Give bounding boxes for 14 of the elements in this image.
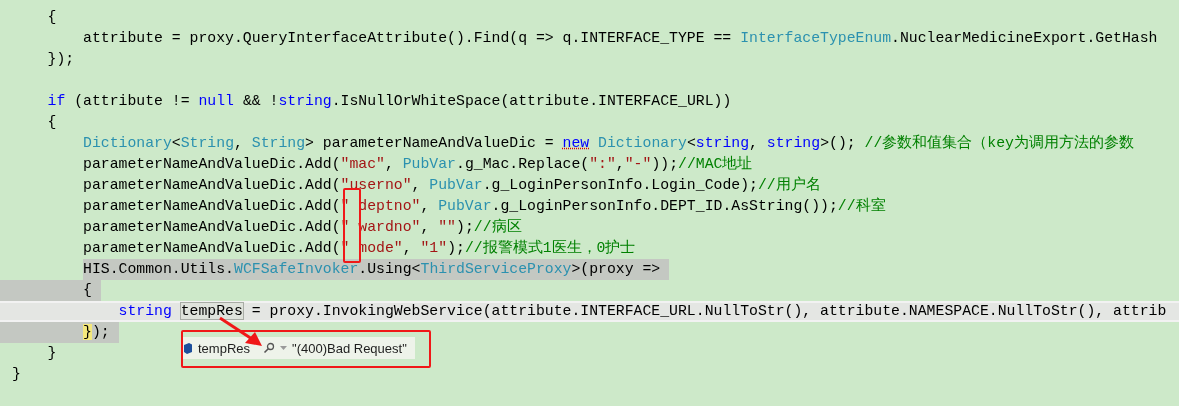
code-line: }: [11, 365, 21, 384]
code-line: parameterNameAndValueDic.Add("userno", PubVar.g_LoginPersonInfo.Login_Code);//用户名: [82, 175, 821, 195]
code-line: }: [46, 344, 57, 363]
code-line: attribute = proxy.QueryInterfaceAttribute().Find(q => q.INTERFACE_TYPE == InterfaceTypeEnum.NuclearMedicineExport.GetHash: [82, 29, 1158, 48]
code-line: {: [46, 8, 57, 27]
search-icon[interactable]: [263, 342, 276, 354]
variable-name: tempRes: [198, 340, 251, 356]
cube-icon: [183, 342, 193, 354]
code-line: if (attribute != null && !string.IsNullOrWhiteSpace(attribute.INTERFACE_URL)): [46, 92, 732, 111]
code-line: Dictionary<String, String> parameterNameAndValueDic = new Dictionary<string, string>(); //参数和值集合（key为调用方法的参数: [82, 133, 1134, 153]
code-line: parameterNameAndValueDic.Add("mac", PubVar.g_Mac.Replace(":","-"));//MAC地址: [82, 154, 753, 174]
code-line: {: [46, 113, 57, 132]
variable-value: "(400)Bad Request": [292, 340, 407, 356]
code-line: });: [46, 50, 75, 69]
